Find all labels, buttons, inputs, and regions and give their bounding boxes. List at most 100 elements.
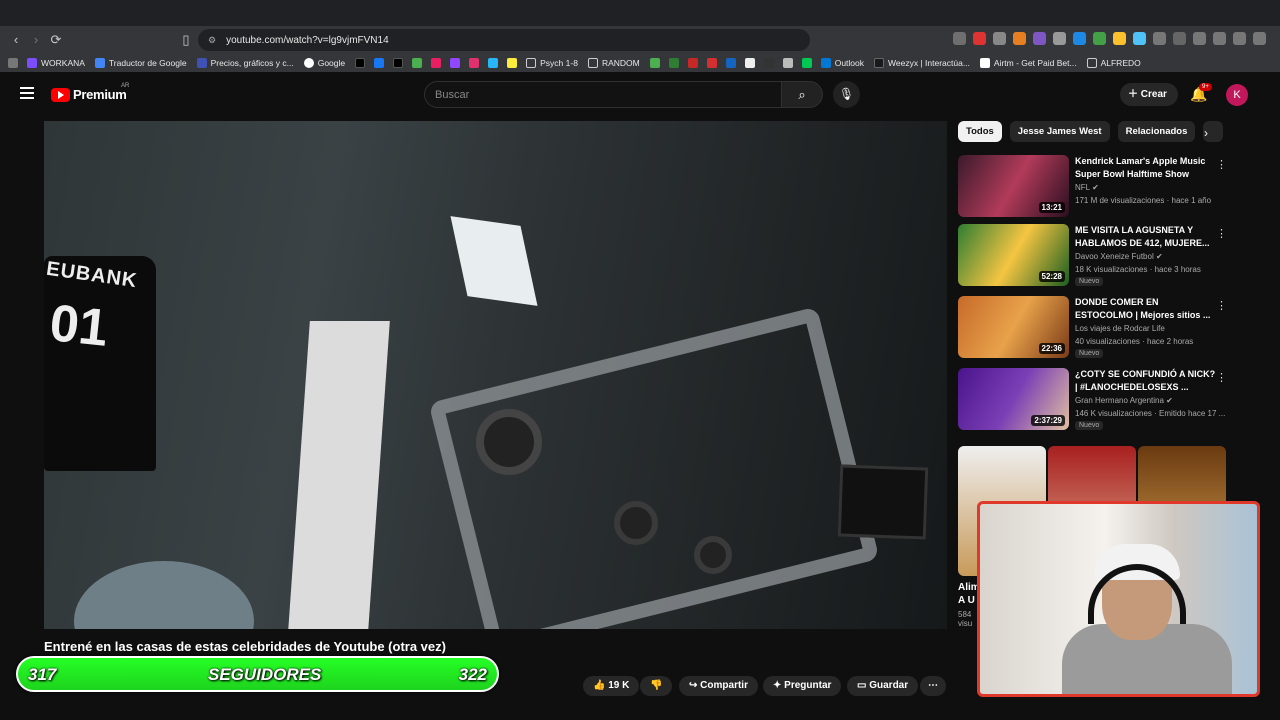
back-icon[interactable]: ‹ bbox=[8, 32, 24, 48]
bookmark-icon-small[interactable] bbox=[488, 58, 499, 68]
avatar[interactable]: K bbox=[1226, 84, 1248, 106]
weight-plate bbox=[614, 501, 658, 545]
channel-name[interactable]: Gran Hermano Argentina ✔ bbox=[1075, 396, 1173, 405]
forward-icon[interactable]: › bbox=[28, 32, 44, 48]
recommendation-title[interactable]: ME VISITA LA AGUSNETA Y HABLAMOS DE 412,… bbox=[1075, 224, 1217, 250]
bookmark-icon-small[interactable] bbox=[782, 58, 793, 68]
video-player[interactable]: EUBANK 01 bbox=[44, 121, 947, 629]
url-text: youtube.com/watch?v=lg9vjmFVN14 bbox=[226, 34, 389, 46]
bookmark-item[interactable]: Google bbox=[303, 58, 345, 68]
extension-icon[interactable] bbox=[1013, 32, 1026, 45]
more-options-icon[interactable]: ⋮ bbox=[1216, 227, 1227, 240]
instagram-icon[interactable] bbox=[469, 58, 480, 68]
chip-relacionados[interactable]: Relacionados bbox=[1117, 121, 1196, 142]
sidebar-icon[interactable] bbox=[1213, 32, 1226, 45]
bookmark-folder[interactable]: Psych 1-8 bbox=[526, 58, 578, 68]
extension-icon[interactable] bbox=[1133, 32, 1146, 45]
microphone-icon[interactable]: 🎙 bbox=[833, 81, 860, 108]
video-thumbnail[interactable]: 52:28 bbox=[958, 224, 1069, 286]
share-icon: ↪ bbox=[689, 680, 698, 691]
channel-name[interactable]: Los viajes de Rodcar Life bbox=[1075, 324, 1165, 333]
follower-label: SEGUIDORES bbox=[208, 665, 322, 684]
chevron-right-icon[interactable]: › bbox=[1204, 126, 1208, 140]
bookmark-icon-small[interactable] bbox=[668, 58, 679, 68]
recommendation-item[interactable]: 22:36 DONDE COMER EN ESTOCOLMO | Mejores… bbox=[958, 296, 1228, 358]
create-button[interactable]: ＋ Crear bbox=[1120, 83, 1178, 106]
dislike-button[interactable]: 👎 bbox=[640, 676, 673, 696]
whatsapp-icon[interactable] bbox=[412, 58, 423, 68]
ask-button[interactable]: ✦ Preguntar bbox=[763, 676, 842, 696]
tiktok-icon[interactable] bbox=[355, 58, 366, 68]
extension-icon[interactable] bbox=[1173, 32, 1186, 45]
view-count: 171 M de visualizaciones · hace 1 año bbox=[1075, 196, 1212, 205]
extension-icon[interactable] bbox=[1113, 32, 1126, 45]
bookmark-icon-small[interactable] bbox=[725, 58, 736, 68]
bookmark-icon-small[interactable] bbox=[687, 58, 698, 68]
chip-todos[interactable]: Todos bbox=[958, 121, 1002, 142]
recommendation-item[interactable]: 52:28 ME VISITA LA AGUSNETA Y HABLAMOS D… bbox=[958, 224, 1228, 286]
profile-icon[interactable] bbox=[1233, 32, 1246, 45]
reload-icon[interactable]: ⟳ bbox=[48, 32, 64, 48]
more-options-icon[interactable]: ⋮ bbox=[1216, 158, 1227, 171]
extension-icon[interactable] bbox=[1033, 32, 1046, 45]
bookmark-icon[interactable]: ▯ bbox=[178, 32, 194, 48]
menu-icon[interactable] bbox=[20, 87, 34, 99]
like-button[interactable]: 👍 19 K bbox=[583, 676, 640, 696]
recommendation-title[interactable]: DONDE COMER EN ESTOCOLMO | Mejores sitio… bbox=[1075, 296, 1217, 322]
bookmark-item[interactable]: Weezyx | Interactúa... bbox=[874, 58, 970, 68]
bookmark-icon-small[interactable] bbox=[649, 58, 660, 68]
recommendation-title[interactable]: ¿COTY SE CONFUNDIÓ A NICK? | #LANOCHEDEL… bbox=[1075, 368, 1217, 394]
more-options-icon[interactable]: ⋮ bbox=[1216, 371, 1227, 384]
bookmark-icon-small[interactable] bbox=[507, 58, 518, 68]
channel-name[interactable]: Davoo Xeneize Futbol ✔ bbox=[1075, 252, 1163, 261]
recommendation-item[interactable]: 13:21 Kendrick Lamar's Apple Music Super… bbox=[958, 155, 1228, 217]
more-options-icon[interactable]: ⋮ bbox=[1216, 299, 1227, 312]
filter-chips: Todos Jesse James West Relacionados bbox=[958, 121, 1224, 142]
bookmark-icon-small[interactable] bbox=[706, 58, 717, 68]
twitch-icon[interactable] bbox=[450, 58, 461, 68]
facebook-icon[interactable] bbox=[374, 58, 385, 68]
jersey: EUBANK 01 bbox=[44, 256, 156, 471]
bookmark-folder[interactable]: RANDOM bbox=[587, 58, 640, 68]
bookmark-folder[interactable]: ALFREDO bbox=[1086, 58, 1141, 68]
bookmark-item[interactable]: Precios, gráficos y c... bbox=[196, 58, 294, 68]
apps-icon[interactable] bbox=[8, 58, 18, 68]
extension-icon[interactable] bbox=[993, 32, 1006, 45]
extension-icon[interactable] bbox=[1073, 32, 1086, 45]
search-input[interactable]: Buscar bbox=[424, 81, 782, 108]
url-bar[interactable]: ⚙ youtube.com/watch?v=lg9vjmFVN14 bbox=[198, 29, 810, 51]
more-actions-button[interactable]: ⋯ bbox=[920, 676, 946, 696]
save-button[interactable]: ▭ Guardar bbox=[847, 676, 919, 696]
extension-icon[interactable] bbox=[1053, 32, 1066, 45]
video-thumbnail[interactable]: 2:37:29 bbox=[958, 368, 1069, 430]
bookmark-icon-small[interactable] bbox=[744, 58, 755, 68]
bookmark-item[interactable]: Airtm - Get Paid Bet... bbox=[979, 58, 1077, 68]
video-window-light bbox=[450, 216, 538, 306]
bookmark-item[interactable]: WORKANA bbox=[27, 58, 85, 68]
menu-icon[interactable] bbox=[1253, 32, 1266, 45]
video-thumbnail[interactable]: 22:36 bbox=[958, 296, 1069, 358]
channel-name[interactable]: NFL ✔ bbox=[1075, 183, 1099, 192]
bookmark-icon-small[interactable] bbox=[801, 58, 812, 68]
extension-icon[interactable] bbox=[1093, 32, 1106, 45]
search-icon[interactable]: ⌕ bbox=[781, 81, 823, 108]
extension-icon[interactable] bbox=[953, 32, 966, 45]
sparkle-icon: ✦ bbox=[773, 680, 782, 691]
verified-icon: ✔ bbox=[1166, 396, 1173, 405]
youtube-logo[interactable]: Premium AR bbox=[51, 83, 129, 102]
video-thumbnail[interactable]: 13:21 bbox=[958, 155, 1069, 217]
extension-icon[interactable] bbox=[1153, 32, 1166, 45]
site-info-icon[interactable]: ⚙ bbox=[208, 35, 216, 46]
recommendation-title[interactable]: Kendrick Lamar's Apple Music Super Bowl … bbox=[1075, 155, 1217, 181]
youtube-header: Premium AR Buscar ⌕ 🎙 ＋ Crear 🔔 9+ K bbox=[0, 72, 1280, 118]
chip-jesse-james-west[interactable]: Jesse James West bbox=[1009, 121, 1110, 142]
recommendation-item[interactable]: 2:37:29 ¿COTY SE CONFUNDIÓ A NICK? | #LA… bbox=[958, 368, 1228, 430]
media-icon[interactable] bbox=[1193, 32, 1206, 45]
x-icon[interactable] bbox=[393, 58, 404, 68]
bookmark-icon-small[interactable] bbox=[763, 58, 774, 68]
bookmark-item[interactable]: Traductor de Google bbox=[94, 58, 187, 68]
share-button[interactable]: ↪ Compartir bbox=[679, 676, 758, 696]
bookmark-icon-small[interactable] bbox=[431, 58, 442, 68]
bookmark-item[interactable]: Outlook bbox=[820, 58, 864, 68]
extension-icon[interactable] bbox=[973, 32, 986, 45]
